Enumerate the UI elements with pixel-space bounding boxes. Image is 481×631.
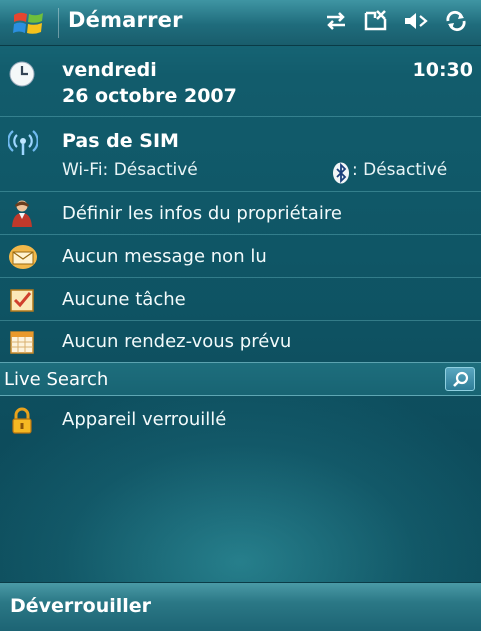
- device-locked-label: Appareil verrouillé: [62, 409, 227, 430]
- live-search-input[interactable]: [0, 363, 440, 395]
- day-text: vendredi: [62, 59, 157, 81]
- calendar-icon: [8, 328, 36, 356]
- windows-logo-icon: [12, 9, 46, 37]
- start-label[interactable]: Démarrer: [68, 8, 183, 32]
- time-text: 10:30: [412, 59, 473, 81]
- owner-person-icon: [8, 199, 36, 227]
- activesync-icon[interactable]: [443, 10, 469, 36]
- search-icon: [452, 371, 470, 393]
- calendar-label: Aucun rendez-vous prévu: [62, 331, 292, 352]
- messages-label: Aucun message non lu: [62, 246, 267, 267]
- bluetooth-icon: [332, 162, 350, 184]
- soft-key-bar: Déverrouiller: [0, 582, 481, 631]
- device-locked-row[interactable]: Appareil verrouillé: [0, 400, 481, 442]
- title-separator: [58, 8, 59, 38]
- sim-status-text: Pas de SIM: [62, 130, 179, 152]
- wifi-status-text: Wi-Fi: Désactivé: [62, 160, 198, 180]
- today-screen: Démarrer vendredi 26 octobre 2007 10:30 …: [0, 0, 481, 631]
- unlock-softkey-button[interactable]: Déverrouiller: [10, 595, 151, 617]
- speaker-muted-icon[interactable]: [403, 10, 429, 36]
- live-search-bar: [0, 362, 481, 396]
- search-button[interactable]: [445, 367, 475, 391]
- tasks-label: Aucune tâche: [62, 289, 186, 310]
- start-button[interactable]: [8, 6, 50, 40]
- calendar-row[interactable]: Aucun rendez-vous prévu: [0, 322, 481, 362]
- connectivity-arrows-icon[interactable]: [323, 11, 349, 35]
- wireless-row[interactable]: Pas de SIM Wi-Fi: Désactivé : Désactivé: [0, 118, 481, 192]
- bluetooth-status-text: : Désactivé: [352, 160, 448, 180]
- owner-info-label: Définir les infos du propriétaire: [62, 203, 342, 224]
- wireless-antenna-icon: [7, 128, 39, 156]
- envelope-icon: [8, 243, 37, 271]
- title-bar: Démarrer: [0, 0, 481, 46]
- date-text: 26 octobre 2007: [62, 85, 237, 107]
- messages-row[interactable]: Aucun message non lu: [0, 236, 481, 278]
- datetime-row[interactable]: vendredi 26 octobre 2007 10:30: [0, 47, 481, 117]
- status-icons: [323, 6, 469, 40]
- padlock-icon: [8, 406, 36, 434]
- owner-info-row[interactable]: Définir les infos du propriétaire: [0, 193, 481, 235]
- task-checkbox-icon: [8, 286, 36, 314]
- clock-icon: [8, 60, 36, 88]
- no-signal-icon[interactable]: [363, 9, 389, 37]
- tasks-row[interactable]: Aucune tâche: [0, 279, 481, 321]
